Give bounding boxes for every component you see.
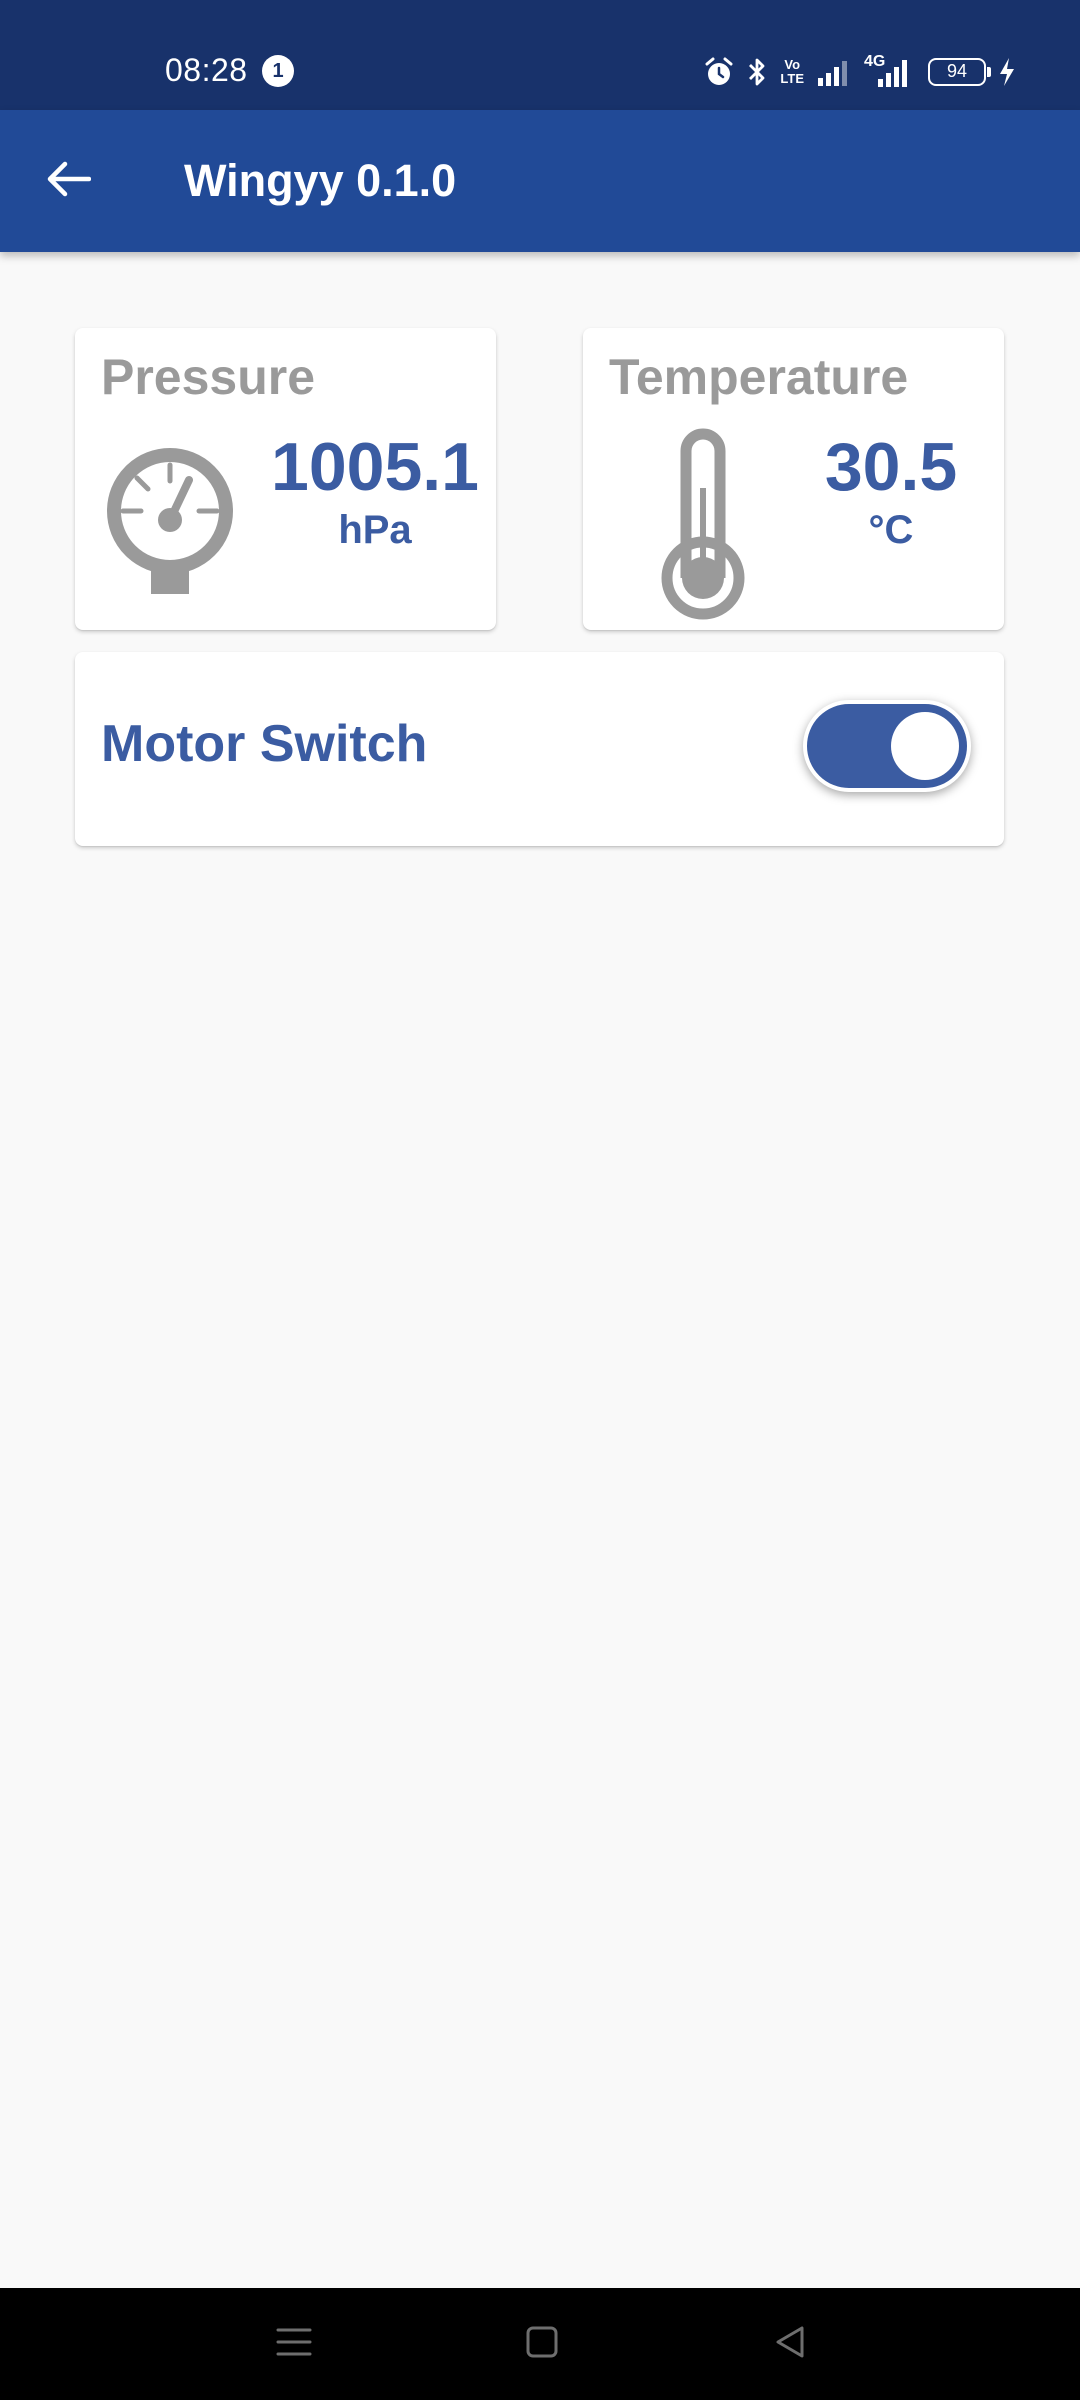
pressure-title: Pressure (101, 349, 316, 405)
motor-switch-card: Motor Switch (75, 652, 1004, 846)
status-icons: Vo LTE 4G 94 (704, 52, 1016, 92)
toggle-knob (891, 712, 959, 780)
charging-icon (998, 57, 1016, 87)
app-bar: Wingyy 0.1.0 (0, 110, 1080, 252)
pressure-unit: hPa (338, 508, 412, 552)
back-button[interactable] (36, 149, 100, 213)
network-4g-icon: 4G (864, 53, 916, 89)
temperature-unit: °C (868, 508, 914, 552)
signal-icon (816, 58, 852, 86)
nav-back-button[interactable] (760, 2314, 820, 2374)
volte-line1: Vo (784, 57, 801, 72)
thermometer-icon (658, 428, 748, 628)
temperature-value: 30.5 (824, 429, 958, 505)
nav-menu-button[interactable] (264, 2314, 324, 2374)
motor-switch-label: Motor Switch (101, 715, 428, 773)
status-bar: 08:28 1 Vo LTE 4G 94 (0, 0, 1080, 110)
navigation-bar (0, 2288, 1080, 2400)
nav-home-button[interactable] (512, 2314, 572, 2374)
arrow-left-icon (45, 159, 92, 204)
motor-switch-toggle[interactable] (803, 700, 971, 792)
temperature-title: Temperature (609, 349, 909, 405)
volte-icon: Vo LTE (780, 58, 804, 86)
battery-level: 94 (946, 61, 968, 81)
app-title: Wingyy 0.1.0 (184, 155, 457, 206)
square-icon (524, 2324, 560, 2365)
pressure-value: 1005.1 (271, 429, 479, 505)
alarm-icon (704, 56, 734, 88)
volte-line2: LTE (780, 71, 804, 86)
triangle-back-icon (772, 2324, 808, 2365)
battery-icon: 94 (928, 58, 991, 86)
temperature-card: Temperature 30.5 °C (583, 328, 1004, 630)
pressure-card: Pressure 1005.1 hPa (75, 328, 496, 630)
status-time: 08:28 (165, 52, 248, 88)
notification-badge: 1 (262, 55, 294, 87)
menu-icon (274, 2324, 314, 2365)
bluetooth-icon (746, 56, 768, 88)
gauge-icon (105, 448, 235, 603)
